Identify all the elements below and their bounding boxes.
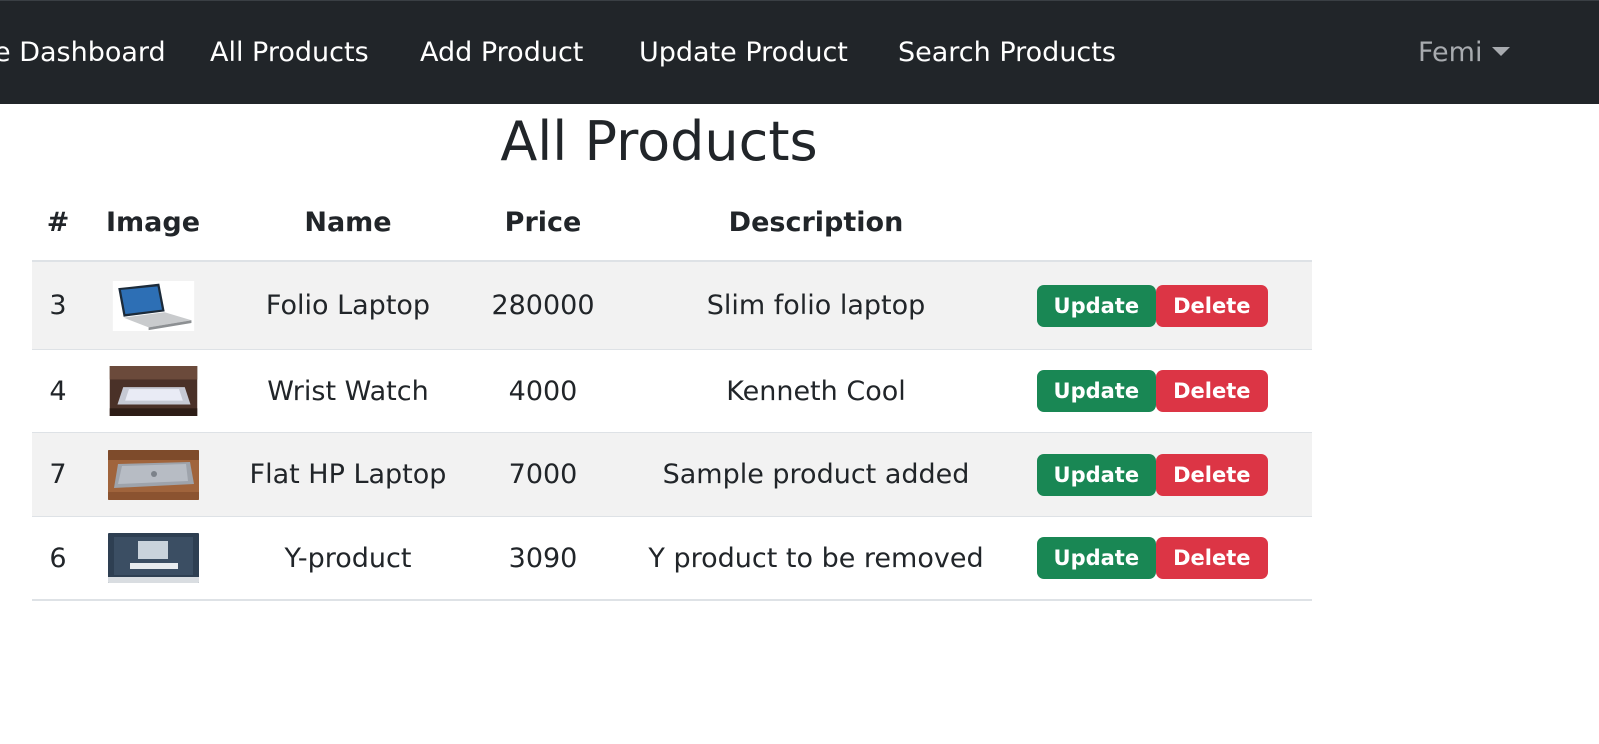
update-button[interactable]: Update xyxy=(1036,453,1157,496)
action-buttons: Update Delete xyxy=(1036,453,1268,496)
nav-all-products-link[interactable]: All Products xyxy=(210,1,369,105)
cell-image xyxy=(94,433,212,516)
cell-description: Kenneth Cool xyxy=(726,375,906,407)
cell-name: Wrist Watch xyxy=(267,375,429,407)
nav-add-product-link[interactable]: Add Product xyxy=(420,1,583,105)
nav-dashboard-prefix: e xyxy=(0,37,11,68)
cell-price: 280000 xyxy=(491,290,595,321)
header-description: Description xyxy=(728,207,904,238)
laptop-photo-image xyxy=(112,280,194,331)
cell-price: 4000 xyxy=(508,375,578,407)
cell-description: Slim folio laptop xyxy=(706,290,926,321)
cell-actions: Update Delete xyxy=(1036,517,1268,599)
update-button[interactable]: Update xyxy=(1036,284,1157,327)
update-button[interactable]: Update xyxy=(1036,370,1157,412)
action-buttons: Update Delete xyxy=(1036,370,1268,412)
cell-name: Flat HP Laptop xyxy=(249,459,447,490)
nav-dashboard-link[interactable]: e Dashboard xyxy=(0,1,166,105)
congratulations-screen-photo-image xyxy=(107,533,199,583)
closed-laptop-photo-image xyxy=(107,449,199,500)
cell-id: 4 xyxy=(49,375,67,407)
cell-image xyxy=(94,262,212,349)
cell-name: Folio Laptop xyxy=(265,290,431,321)
cell-actions: Update Delete xyxy=(1036,262,1268,349)
delete-button[interactable]: Delete xyxy=(1156,453,1268,496)
user-name: Femi xyxy=(1418,37,1483,68)
page-title: All Products xyxy=(500,110,818,173)
nav-update-product-link[interactable]: Update Product xyxy=(639,1,848,105)
cell-image xyxy=(94,517,212,599)
nav-search-products-link[interactable]: Search Products xyxy=(898,1,1116,105)
action-buttons: Update Delete xyxy=(1036,284,1268,327)
table-row: 3 Folio Laptop 280000 Slim folio laptop … xyxy=(32,262,1312,350)
header-id: # xyxy=(46,207,70,238)
update-button[interactable]: Update xyxy=(1036,537,1157,579)
header-name: Name xyxy=(304,207,392,238)
cell-description: Sample product added xyxy=(662,459,970,490)
laptop-on-desk-photo-image xyxy=(109,366,197,416)
header-image: Image xyxy=(105,207,201,238)
delete-button[interactable]: Delete xyxy=(1156,537,1268,579)
user-menu-dropdown[interactable]: Femi xyxy=(1418,1,1511,105)
delete-button[interactable]: Delete xyxy=(1156,284,1268,327)
cell-description: Y product to be removed xyxy=(648,542,984,574)
caret-down-icon xyxy=(1492,47,1511,56)
cell-actions: Update Delete xyxy=(1036,350,1268,432)
cell-image xyxy=(94,350,212,432)
nav-dashboard-label: Dashboard xyxy=(19,37,166,68)
table-header: # Image Name Price Description xyxy=(32,186,1312,262)
cell-id: 7 xyxy=(49,459,67,490)
cell-price: 3090 xyxy=(508,542,578,574)
action-buttons: Update Delete xyxy=(1036,537,1268,579)
delete-button[interactable]: Delete xyxy=(1156,370,1268,412)
cell-name: Y-product xyxy=(284,542,412,574)
products-table: # Image Name Price Description 3 Folio L… xyxy=(32,186,1312,601)
cell-id: 6 xyxy=(49,542,67,574)
cell-actions: Update Delete xyxy=(1036,433,1268,516)
table-row: 7 Flat HP Laptop 7000 Sample product add… xyxy=(32,433,1312,517)
header-price: Price xyxy=(504,207,582,238)
table-row: 4 Wrist Watch 4000 Kenneth Cool Update D… xyxy=(32,350,1312,433)
top-navbar: e Dashboard All Products Add Product Upd… xyxy=(0,0,1599,104)
cell-id: 3 xyxy=(49,290,67,321)
table-row: 6 Y-product 3090 Y product to be removed… xyxy=(32,517,1312,601)
cell-price: 7000 xyxy=(508,459,578,490)
